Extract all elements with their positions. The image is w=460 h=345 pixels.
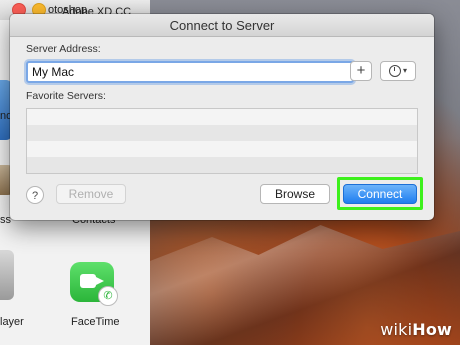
plus-icon: + bbox=[356, 62, 366, 79]
dialog-title: Connect to Server bbox=[169, 18, 275, 33]
finder-item-facetime-label: FaceTime bbox=[71, 316, 120, 328]
wikihow-watermark: wikiHow bbox=[380, 320, 452, 339]
connect-to-server-dialog: Connect to Server Server Address: My Mac… bbox=[10, 14, 434, 220]
remove-button[interactable]: Remove bbox=[56, 184, 126, 204]
facetime-icon[interactable]: ✆ bbox=[70, 262, 118, 306]
video-camera-icon bbox=[80, 274, 104, 288]
list-item[interactable] bbox=[27, 141, 417, 157]
list-item[interactable] bbox=[27, 157, 417, 173]
list-item[interactable] bbox=[27, 109, 417, 125]
dialog-titlebar: Connect to Server bbox=[10, 14, 434, 37]
clock-icon bbox=[388, 65, 401, 78]
favorite-servers-list[interactable] bbox=[26, 108, 418, 174]
browse-button[interactable]: Browse bbox=[260, 184, 330, 204]
recent-servers-button[interactable]: ▾ bbox=[380, 61, 416, 81]
connect-highlight-box bbox=[337, 177, 423, 210]
phone-icon: ✆ bbox=[98, 286, 118, 306]
dvd-player-icon[interactable] bbox=[0, 250, 14, 300]
favorite-servers-label: Favorite Servers: bbox=[26, 90, 106, 102]
finder-item-dvd-player-label: layer bbox=[0, 316, 24, 328]
server-address-input[interactable]: My Mac bbox=[26, 61, 354, 83]
server-address-label: Server Address: bbox=[26, 43, 101, 55]
help-button[interactable]: ? bbox=[26, 186, 44, 204]
add-favorite-button[interactable]: + bbox=[350, 61, 372, 81]
chevron-down-icon: ▾ bbox=[402, 66, 407, 76]
list-item[interactable] bbox=[27, 125, 417, 141]
